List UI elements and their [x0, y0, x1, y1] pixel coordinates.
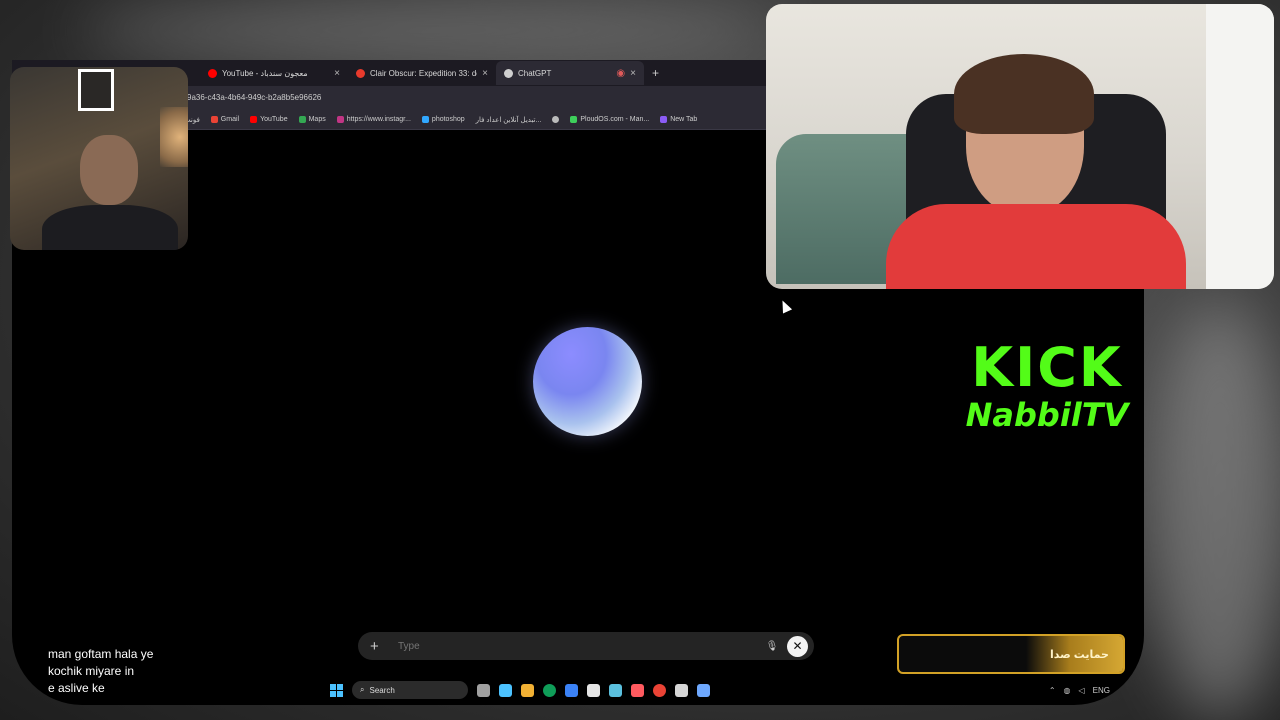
window-frame	[1206, 4, 1274, 289]
webcam-left	[10, 67, 188, 250]
bookmark-ploudos[interactable]: PloudOS.com - Man...	[570, 116, 649, 123]
poster-frame	[78, 69, 114, 111]
search-icon: ⌕	[360, 685, 365, 694]
close-tab-icon[interactable]: ×	[482, 68, 488, 79]
hair	[954, 54, 1094, 134]
tab-title: ChatGPT	[518, 68, 552, 78]
kick-wordmark: KICK	[971, 336, 1123, 399]
volume-icon[interactable]: ◁	[1079, 686, 1085, 695]
donation-widget: حمایت صدا	[897, 634, 1125, 674]
chat-input-bar: + 🎙 ✕	[358, 632, 814, 660]
instagram-icon	[336, 116, 344, 123]
windows-taskbar: ⌕ Search ⌃ ◍ ◁ ENG	[330, 679, 1110, 701]
bookmark-youtube[interactable]: YouTube	[250, 116, 288, 123]
chat-line: man goftam hala ye	[48, 647, 154, 661]
youtube-favicon-icon	[208, 68, 217, 78]
kick-logo: KICK NabbilTV	[962, 336, 1132, 434]
bookmark-globe[interactable]	[552, 116, 560, 123]
recording-dot-icon: ◉	[616, 67, 626, 79]
chat-overlay: man goftam hala ye kochik miyare in e as…	[48, 646, 198, 697]
tab-title: YouTube - معجون سندباد	[222, 68, 308, 78]
gmail-icon	[210, 116, 218, 123]
bookmark-instagram[interactable]: https://www.instagr...	[336, 116, 411, 123]
network-icon[interactable]: ◍	[1064, 686, 1071, 695]
end-voice-button[interactable]: ✕	[787, 635, 808, 657]
chrome-icon[interactable]	[653, 683, 666, 697]
browser-tab[interactable]: Clair Obscur: Expedition 33: de ×	[348, 61, 496, 85]
maps-icon	[298, 116, 306, 123]
tab-title: Clair Obscur: Expedition 33: de	[370, 68, 478, 78]
youtube-icon	[250, 116, 258, 123]
chatgpt-favicon-icon	[504, 68, 513, 78]
channel-name: NabbilTV	[965, 396, 1129, 434]
game-favicon-icon	[356, 68, 365, 78]
person-head	[80, 135, 138, 205]
bookmark-photoshop[interactable]: photoshop	[421, 116, 465, 123]
lamp-glow	[160, 107, 188, 167]
system-tray: ⌃ ◍ ◁ ENG	[1049, 686, 1110, 695]
chevron-up-icon[interactable]: ⌃	[1049, 686, 1056, 695]
taskbar-app-icon[interactable]	[631, 683, 644, 697]
taskbar-app-icon[interactable]	[499, 683, 512, 697]
person-body	[42, 205, 178, 250]
browser-tab[interactable]: YouTube - معجون سندباد ×	[200, 61, 348, 85]
background-blur	[80, 0, 780, 60]
photoshop-icon	[421, 116, 429, 123]
new-tab-button[interactable]: +	[644, 66, 667, 80]
chat-line: e aslive ke	[48, 681, 105, 695]
file-explorer-icon[interactable]	[521, 683, 534, 697]
bookmark-gmail[interactable]: Gmail	[210, 116, 239, 123]
ploudos-icon	[570, 116, 578, 123]
bookmark-icon	[660, 116, 668, 123]
person-body	[886, 204, 1186, 289]
taskbar-app-icon[interactable]	[697, 683, 710, 697]
language-indicator[interactable]: ENG	[1093, 686, 1110, 695]
taskbar-app-icon[interactable]	[675, 683, 688, 697]
background-blur	[1150, 300, 1280, 720]
donation-label: حمایت صدا	[1025, 636, 1123, 672]
close-tab-icon[interactable]: ×	[334, 68, 340, 79]
mute-mic-icon[interactable]: 🎙	[761, 641, 783, 652]
taskbar-app-icon[interactable]	[477, 683, 490, 697]
close-tab-icon[interactable]: ×	[630, 68, 636, 79]
bookmark-maps[interactable]: Maps	[298, 116, 326, 123]
taskbar-app-icon[interactable]	[609, 683, 622, 697]
taskbar-app-icon[interactable]	[587, 683, 600, 697]
voice-mode-orb	[533, 327, 642, 436]
webcam-right	[766, 4, 1274, 289]
edge-icon[interactable]	[543, 683, 556, 697]
message-input[interactable]	[386, 640, 761, 652]
store-icon[interactable]	[565, 683, 578, 697]
add-attachment-button[interactable]: +	[370, 638, 386, 655]
bookmark-number-converter[interactable]: تبدیل آنلاین اعداد فار...	[476, 116, 542, 124]
chat-line: kochik miyare in	[48, 664, 135, 678]
bookmark-new-tab[interactable]: New Tab	[660, 116, 697, 123]
windows-start-icon[interactable]	[330, 683, 343, 697]
globe-icon	[552, 116, 560, 123]
browser-tab-active[interactable]: ChatGPT ◉ ×	[496, 61, 644, 85]
taskbar-search[interactable]: ⌕ Search	[352, 681, 468, 699]
